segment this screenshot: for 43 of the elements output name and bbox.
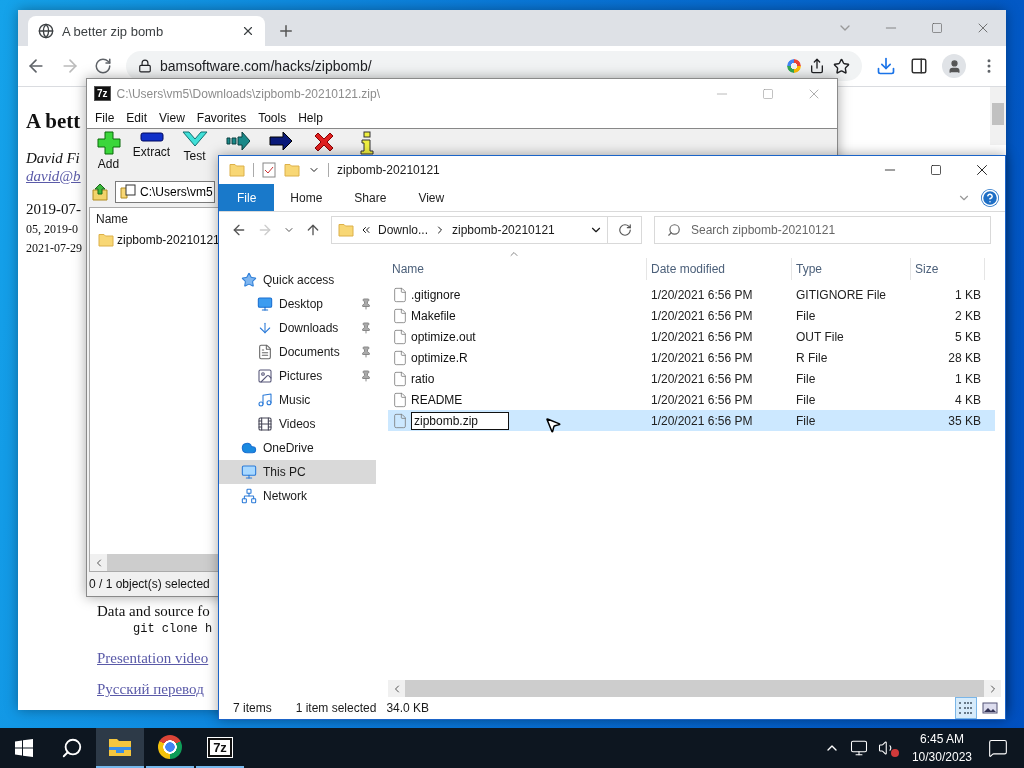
table-cell-text: 4 KB [954,392,982,407]
table-cell-text: File [795,308,817,323]
table-cell-text: R File [795,350,829,365]
table-cell-text: 5 KB [954,329,982,344]
table-cell-text: File [795,392,817,407]
window-title: C:\Users\vm5\Downloads\zipbomb-20210121.zip\ [116,86,381,101]
table-cell: README [411,392,463,407]
table-cell: .gitignore [411,287,461,302]
table-cell-text: 1/20/2021 6:56 PM [650,287,754,302]
logo-icon: 7z [94,86,111,101]
date-text: 2019-07- [26,201,81,218]
table-cell-text: OUT File [795,329,845,344]
author-name: David Fi [26,150,80,167]
table-cell-text: 1/20/2021 6:56 PM [650,350,754,365]
table-cell: ratio [411,371,435,386]
table-cell-text: 1 KB [954,371,982,386]
table-cell-text: 1 KB [954,287,982,302]
table-cell: optimize.R [411,350,468,365]
body-text: Data and source fo [97,603,210,620]
column-header: Name [95,211,129,228]
table-cell-text: 28 KB [947,350,982,365]
table-cell: optimize.out [411,329,476,344]
logo-icon: 7z [208,737,232,757]
table-cell-text: File [795,413,817,428]
table-cell-text: 1/20/2021 6:56 PM [650,392,754,407]
window-title: zipbomb-20210121 [337,163,440,177]
status-text: 34.0 KB [386,701,430,715]
table-cell: Makefile [411,308,456,323]
status-text: 7 items [233,701,272,715]
code-text: git clone h [132,622,213,636]
page-heading: A bett [26,109,81,134]
table-cell-text: 1/20/2021 6:56 PM [650,371,754,386]
table-cell-text: File [795,371,817,386]
status-text: 0 / 1 object(s) selected [88,576,211,593]
table-cell-text: 1/20/2021 6:56 PM [650,329,754,344]
table-cell-text: 35 KB [947,413,982,428]
table-cell-text: GITIGNORE File [795,287,887,302]
date-text: 2021-07-29 [26,241,82,256]
date-text: 05, 2019-0 [26,222,78,237]
table-cell-text: 1/20/2021 6:56 PM [650,413,754,428]
table-cell-text: 1/20/2021 6:56 PM [650,308,754,323]
status-text: 1 item selected [295,701,377,715]
table-cell-text: 2 KB [954,308,982,323]
